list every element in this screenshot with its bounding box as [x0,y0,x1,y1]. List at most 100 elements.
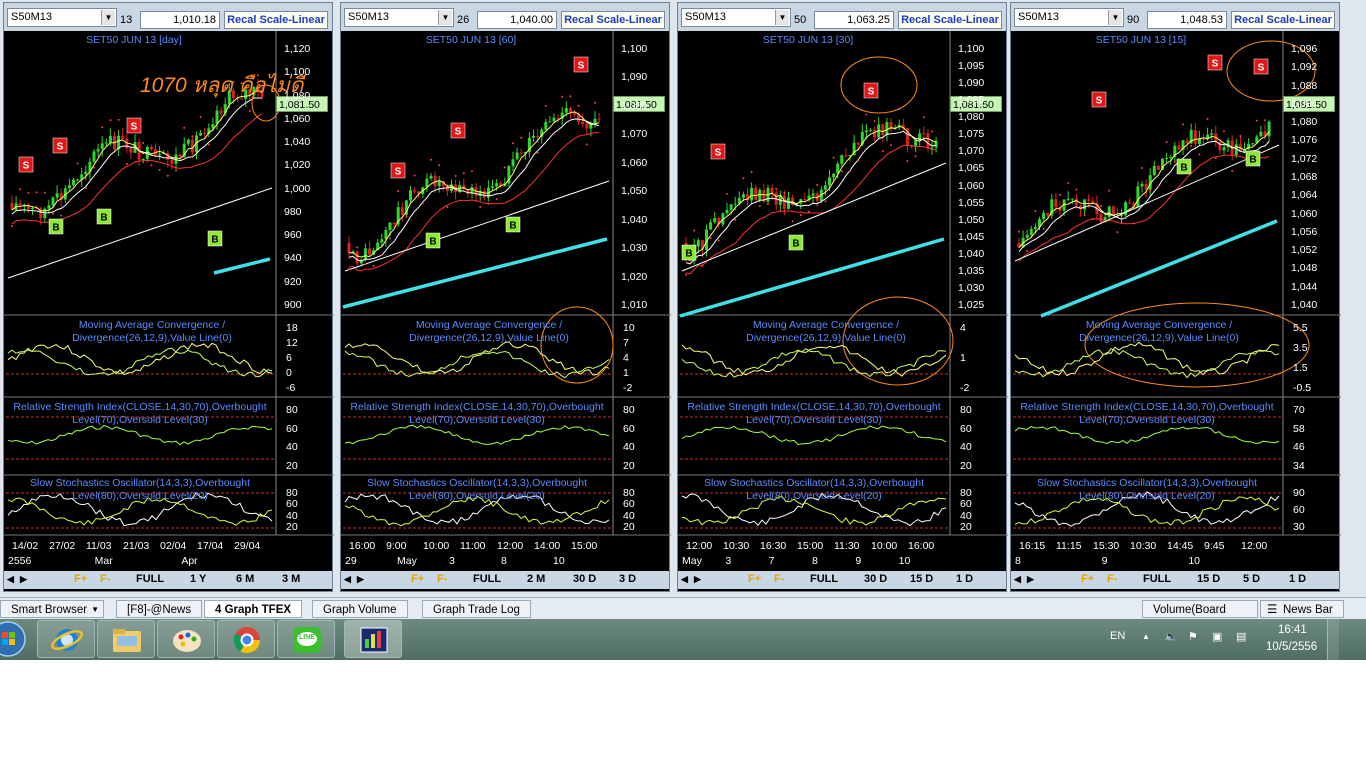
f-minus-button[interactable]: F- [1107,573,1117,585]
sell-signal-marker: S [18,156,34,173]
sar-dot [1116,231,1119,234]
macd-tick-label: 0 [286,367,292,379]
tab-graph-volume[interactable]: Graph Volume [312,600,408,618]
start-button[interactable] [0,620,30,658]
tab-news[interactable]: [F8]-@News [116,600,203,618]
chart-panel[interactable]: S50M13 ▼ 26 1,040.00 Recal Scale-Linear S S S B B… [340,2,671,592]
range-button[interactable]: 6 M [236,573,254,585]
x-tick-label: 11:30 [834,540,860,552]
range-button[interactable]: FULL [1143,573,1171,585]
candle-body [186,139,190,144]
f-minus-button[interactable]: F- [437,573,447,585]
volume-board-lot-button[interactable]: Volume(Board Lot) [1142,600,1258,634]
f-plus-button[interactable]: F+ [748,573,761,585]
range-button[interactable]: 30 D [573,573,596,585]
candle-body [914,140,918,147]
range-button[interactable]: FULL [473,573,501,585]
clock-time[interactable]: 16:41 [1278,624,1307,636]
x-tick-label: 16:30 [760,540,787,552]
range-button[interactable]: 15 D [910,573,933,585]
scroll-left-icon[interactable]: ◀ [1014,574,1021,585]
news-bar-button[interactable]: ☰ News Bar [1260,600,1344,618]
sell-signal-marker: S [1253,58,1269,75]
candle-body [585,124,589,129]
range-button[interactable]: 15 D [1197,573,1220,585]
chart-panel[interactable]: S50M13 ▼ 13 1,010.18 Recal Scale-Linear S S S B B… [3,2,334,592]
chart-panel[interactable]: S50M13 ▼ 90 1,048.53 Recal Scale-Linear S S S B B… [1010,2,1341,592]
macd-tick-label: 5.5 [1293,322,1308,334]
candle-body [1165,157,1169,159]
network-icon[interactable]: ▤ [1236,630,1246,643]
y-tick-label: 1,040 [284,136,311,149]
range-button[interactable]: 2 M [527,573,545,585]
rsi-label: Relative Strength Index(CLOSE,14,30,70),… [350,401,604,426]
range-button[interactable]: FULL [810,573,838,585]
range-button[interactable]: 3 D [619,573,636,585]
f-minus-button[interactable]: F- [100,573,110,585]
flag-icon[interactable]: ⚑ [1188,630,1198,643]
scroll-right-icon[interactable]: ▶ [1027,574,1034,585]
candle-body [92,151,96,162]
range-button[interactable]: 1 D [1289,573,1306,585]
chart-panel[interactable]: S50M13 ▼ 50 1,063.25 Recal Scale-Linear S S B B S… [677,2,1008,592]
y-tick-label: 1,052 [1291,244,1318,257]
taskbar-line[interactable]: LINE [277,620,335,658]
sar-dot [380,254,383,257]
y-tick-label: 1,080 [1291,116,1318,129]
taskbar-chrome[interactable] [217,620,275,658]
f-plus-button[interactable]: F+ [411,573,424,585]
candle-body [363,248,367,260]
sar-dot [430,158,432,161]
tab-4-graph-tfex[interactable]: 4 Graph TFEX [204,600,303,618]
taskbar-paint[interactable] [157,620,215,658]
sar-dot [1059,193,1061,196]
f-plus-button[interactable]: F+ [1081,573,1094,585]
rsi-tick-label: 60 [286,422,298,435]
f-plus-button[interactable]: F+ [74,573,87,585]
show-hidden-icons[interactable]: ▲ [1142,632,1150,641]
sar-dot [348,268,350,271]
taskbar-file-explorer[interactable] [97,620,155,658]
taskbar-trading-app[interactable] [344,620,402,658]
y-tick-label: 1,080 [621,99,648,112]
tab-news-label: [F8]-@News [127,604,192,616]
y-tick-label: 1,020 [621,270,648,283]
range-button[interactable]: 1 D [956,573,973,585]
device-icon[interactable]: ▣ [1212,630,1222,643]
signal-letter: S [1258,63,1265,74]
speaker-icon[interactable]: 🔈 [1164,630,1178,643]
macd-tick-label: 7 [623,337,629,349]
candle-body [1251,143,1255,145]
language-indicator[interactable]: EN [1110,630,1125,642]
sar-dot [1034,210,1037,213]
signal-letter: S [1096,96,1103,107]
x-tick-label: 12:00 [497,540,524,552]
sar-dot [832,156,835,159]
candle-body [368,248,371,255]
range-button[interactable]: 1 Y [190,573,206,585]
smart-browser-button[interactable]: Smart Browser ▼ [0,600,104,618]
highlight-ellipse [840,56,918,114]
scroll-left-icon[interactable]: ◀ [344,574,351,585]
range-button[interactable]: 5 D [1243,573,1260,585]
f-minus-button[interactable]: F- [774,573,784,585]
show-desktop-button[interactable] [1327,619,1339,660]
x-tick-label: 9:00 [386,540,407,552]
range-button[interactable]: 30 D [864,573,887,585]
chart-title: SET50 JUN 13 [30] [762,34,854,46]
scroll-left-icon[interactable]: ◀ [7,574,14,585]
scroll-left-icon[interactable]: ◀ [681,574,688,585]
x-tick-label: 11:00 [460,540,486,552]
scroll-right-icon[interactable]: ▶ [694,574,701,585]
sar-dot [503,166,506,169]
candle-body [750,187,754,201]
range-button[interactable]: 3 M [282,573,300,585]
scroll-right-icon[interactable]: ▶ [357,574,364,585]
taskbar-internet-explorer[interactable] [37,620,95,658]
sar-dot [1157,184,1160,187]
range-button[interactable]: FULL [136,573,164,585]
macd-label: Moving Average Convergence / Divergence(… [1079,319,1239,344]
scroll-right-icon[interactable]: ▶ [20,574,27,585]
clock-date[interactable]: 10/5/2556 [1266,641,1317,653]
tab-graph-trade-log[interactable]: Graph Trade Log [422,600,531,618]
